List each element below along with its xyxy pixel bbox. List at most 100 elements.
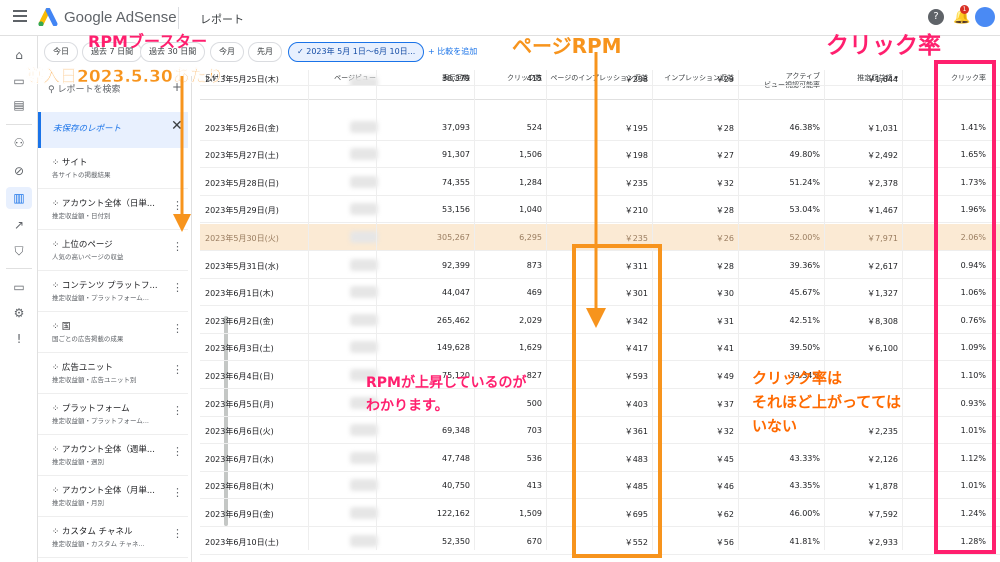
value-cell: 42.51% [789,315,820,325]
value-cell: ￥28 [715,123,734,133]
value-cell: 6,295 [519,233,542,242]
redacted-pageviews [350,451,378,464]
date-cell: 2023年6月10日(土) [205,537,279,547]
block-icon[interactable]: ⊘ [11,164,27,178]
menu-icon[interactable] [13,10,27,22]
more-vert-icon[interactable]: ⋮ [172,322,183,335]
more-vert-icon[interactable]: ⋮ [172,404,183,417]
value-cell: ￥29 [715,75,734,84]
value-cell: 39.36% [789,260,820,270]
redacted-pageviews [350,507,378,519]
more-vert-icon[interactable]: ⋮ [172,445,183,458]
page-title: レポート [200,13,244,26]
report-title: ⁘ カスタム チャネル [52,527,133,537]
more-vert-icon[interactable]: ⋮ [172,486,183,499]
date-cell: 2023年5月28日(日) [205,178,279,188]
more-vert-icon[interactable]: ⋮ [172,527,183,540]
saved-report-item[interactable]: ⁘ コンテンツ プラットフ... 推定収益額・プラットフォーム... ⋮ [38,271,188,312]
value-cell: ￥28 [715,206,734,216]
report-subtitle: 推定収益額・プラットフォーム... [52,417,150,425]
value-cell: 40,750 [442,481,470,491]
value-cell: 39.50% [789,343,820,353]
redacted-pageviews [350,77,378,85]
report-title: ⁘ プラットフォーム [52,404,130,414]
saved-report-item[interactable]: ⁘ 上位のページ 人気の高いページの収益 ⋮ [38,230,188,271]
value-cell: 415 [526,74,542,83]
report-subtitle: 推定収益額・週別 [52,458,104,466]
left-nav-rail: ⌂ ▭ ▤ ⚇ ⊘ ▥ ↗ ⛉ ▭ ⚙ ! [0,36,38,562]
value-cell: ￥1,644 [867,75,898,84]
value-cell: 52,350 [442,536,470,546]
value-cell: ￥49 [715,372,734,381]
trending-icon[interactable]: ↗ [11,218,27,232]
report-title-text: 広告ユニット [61,363,113,373]
chip-today[interactable]: 今日 [44,42,78,62]
settings-icon[interactable]: ⚙ [11,306,27,320]
saved-report-item[interactable]: ⁘ サイト 各サイトの掲載結果 [38,148,188,189]
chip-this-month[interactable]: 今月 [210,42,244,62]
date-cell: 2023年6月3日(土) [205,344,274,354]
avatar[interactable] [975,7,995,27]
saved-report-item[interactable]: ⁘ 広告ユニット 推定収益額・広告ユニット別 ⋮ [38,353,188,394]
users-icon[interactable]: ⚇ [11,136,27,150]
feedback-icon[interactable]: ! [11,332,27,346]
redacted-pageviews [350,424,378,437]
value-cell: ￥30 [715,289,734,299]
chip-last-month[interactable]: 先月 [248,42,282,62]
value-cell: ￥7,592 [867,510,898,519]
more-vert-icon[interactable]: ⋮ [172,240,183,253]
value-cell: ￥2,378 [867,178,898,188]
add-comparison-button[interactable]: + 比較を追加 [428,46,477,57]
saved-report-item[interactable]: ⁘ アカウント全体（週単... 推定収益額・週別 ⋮ [38,435,188,476]
redacted-pageviews [350,534,378,547]
redacted-pageviews [350,313,378,326]
value-cell: ￥62 [715,510,734,519]
sites-icon[interactable]: ▤ [11,98,27,112]
payments-icon[interactable]: ▭ [11,280,27,294]
value-cell: ￥2,617 [867,261,898,271]
annotation-ctr-note-line1: クリック率は [752,369,843,387]
saved-report-item[interactable]: ⁘ アカウント全体（日単... 推定収益額・日付別 ⋮ [38,189,188,230]
report-title: ⁘ 広告ユニット [52,363,113,373]
saved-report-item[interactable]: ⁘ 国国ごとの広告掲載の成果 ⋮ [38,312,188,353]
value-cell: 43.33% [789,453,820,463]
value-cell: 45.67% [789,288,820,298]
value-cell: 305,267 [436,233,470,242]
chip-custom-range[interactable]: ✓ 2023年 5月 1日〜6月 10日... [288,42,425,62]
more-vert-icon[interactable]: ⋮ [172,363,183,376]
column-divider [308,70,309,550]
ads-icon[interactable]: ▭ [11,74,27,88]
report-title-text: サイト [61,158,88,168]
saved-report-item[interactable]: ⁘ カスタム チャネル 推定収益額・カスタム チャネ... ⋮ [38,517,188,558]
reports-icon[interactable]: ▥ [6,187,32,209]
date-cell: 2023年6月2日(金) [205,316,274,326]
value-cell: 703 [526,426,542,436]
value-cell: 46.00% [789,509,820,518]
report-title-text: コンテンツ プラットフ... [61,281,158,291]
help-icon[interactable]: ? [928,9,944,25]
more-vert-icon[interactable]: ⋮ [172,281,183,294]
value-cell: 2,029 [519,315,542,325]
redacted-pageviews [350,231,378,243]
report-title: ⁘ アカウント全体（週単... [52,445,155,455]
saved-report-item[interactable]: ⁘ プラットフォーム推定収益額・プラットフォーム... ⋮ [38,394,188,435]
report-title-text: 国 [61,322,71,332]
report-title: ⁘ 上位のページ [52,240,113,250]
unsaved-report-item[interactable]: 未保存のレポート ✕ [38,112,188,148]
annotation-rpm-rising-line2: わかります。 [366,398,449,414]
report-title: ⁘ コンテンツ プラットフ... [52,281,158,291]
redacted-pageviews [350,479,378,492]
value-cell: 38,379 [442,74,470,83]
date-cell: 2023年6月7日(水) [205,454,274,464]
annotation-ctr: クリック率 [826,33,941,59]
value-cell: ￥56 [715,537,734,547]
home-icon[interactable]: ⌂ [11,48,27,62]
saved-report-item[interactable]: ⁘ アカウント全体（月単... 推定収益額・月別 ⋮ [38,476,188,517]
report-title-text: 上位のページ [61,240,113,250]
privacy-icon[interactable]: ⛉ [11,244,27,258]
date-cell: 2023年6月6日(火) [205,427,274,437]
value-cell: 1,629 [519,343,542,353]
value-cell: ￥26 [715,234,734,243]
report-title-text: カスタム チャネル [61,527,133,537]
redacted-pageviews [350,286,378,299]
